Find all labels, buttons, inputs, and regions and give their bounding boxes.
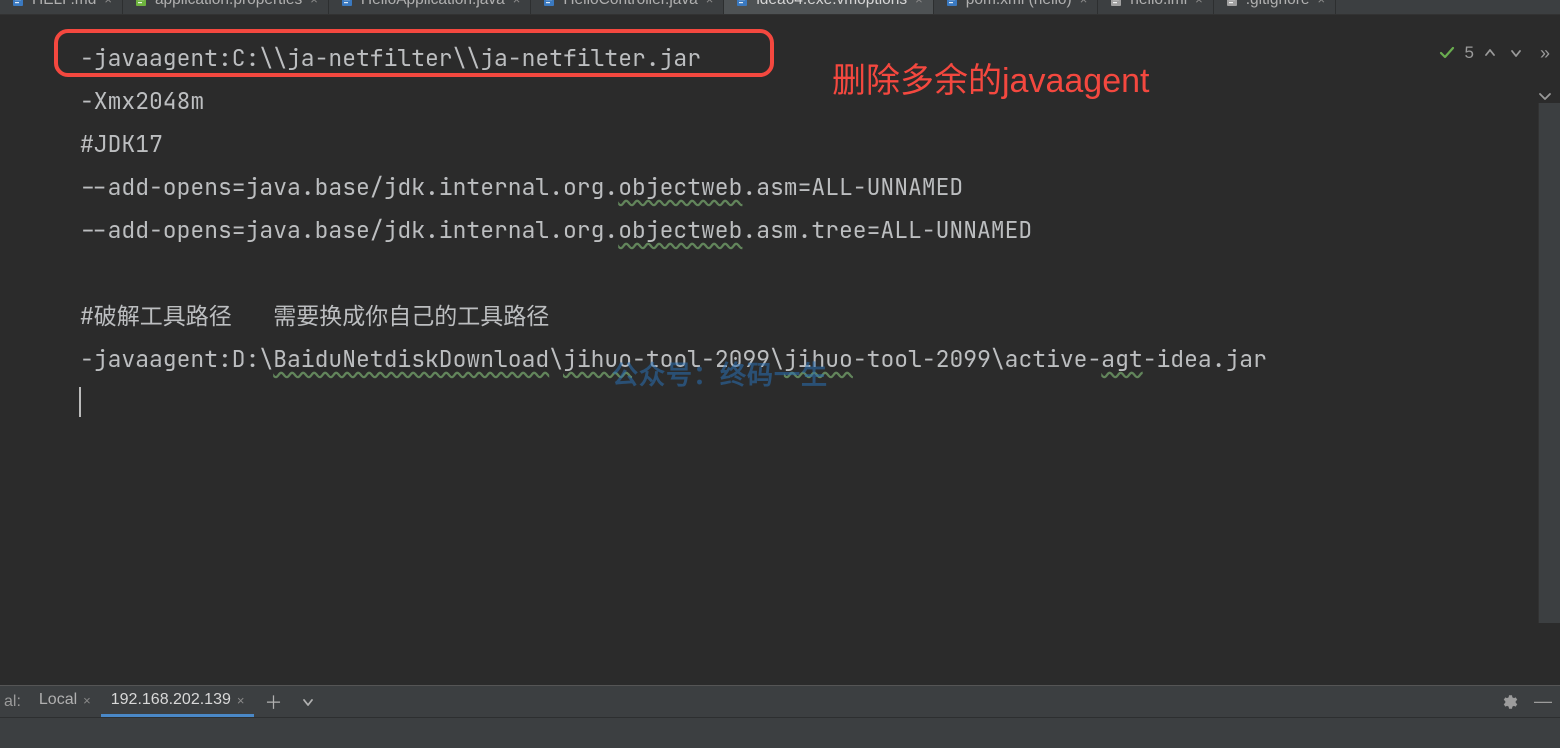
editor-line[interactable] bbox=[80, 252, 1500, 295]
editor-tab-label: idea64.exe.vmoptions bbox=[756, 0, 907, 15]
close-icon[interactable]: × bbox=[1195, 0, 1203, 15]
terminal-tab[interactable]: 192.168.202.139 × bbox=[101, 686, 255, 717]
editor-tab-label: HelloApplication.java bbox=[361, 0, 505, 15]
terminal-leading-label: al: bbox=[0, 693, 29, 711]
close-icon[interactable]: × bbox=[706, 0, 714, 15]
editor-line[interactable]: --add-opens=java.base/jdk.internal.org.o… bbox=[80, 209, 1500, 252]
ide-footer bbox=[0, 717, 1560, 748]
editor-tab[interactable]: idea64.exe.vmoptions × bbox=[724, 0, 933, 15]
editor-tab[interactable]: hello.iml × bbox=[1098, 0, 1213, 15]
editor-line[interactable]: -javaagent:C:\\ja-netfilter\\ja-netfilte… bbox=[80, 37, 1500, 80]
terminal-tab-label: 192.168.202.139 bbox=[111, 691, 231, 709]
inspection-status: 5 bbox=[1439, 43, 1526, 63]
close-icon[interactable]: × bbox=[1318, 0, 1326, 15]
editor-overflow-column: » bbox=[1532, 43, 1558, 104]
inspection-prev-icon[interactable] bbox=[1484, 47, 1500, 59]
editor-line[interactable]: --add-opens=java.base/jdk.internal.org.o… bbox=[80, 166, 1500, 209]
close-icon[interactable]: × bbox=[310, 0, 318, 15]
editor-tab-label: application.properties bbox=[155, 0, 302, 15]
editor-line[interactable] bbox=[80, 381, 1500, 424]
editor-line[interactable]: #JDK17 bbox=[80, 123, 1500, 166]
editor-area[interactable]: -javaagent:C:\\ja-netfilter\\ja-netfilte… bbox=[0, 15, 1560, 685]
close-icon[interactable]: × bbox=[237, 693, 245, 708]
terminal-dropdown-icon[interactable] bbox=[292, 696, 324, 708]
inspection-count: 5 bbox=[1465, 43, 1474, 63]
editor-line[interactable]: -Xmx2048m bbox=[80, 80, 1500, 123]
file-icon bbox=[734, 0, 750, 8]
editor-tab[interactable]: HelloController.java × bbox=[531, 0, 724, 15]
file-icon bbox=[10, 0, 26, 8]
inspection-check-icon bbox=[1439, 45, 1455, 61]
editor-tab-bar: HELP.md×application.properties×HelloAppl… bbox=[0, 0, 1560, 15]
terminal-minimize-icon[interactable]: — bbox=[1526, 691, 1560, 712]
close-icon[interactable]: × bbox=[915, 0, 923, 15]
file-icon bbox=[339, 0, 355, 8]
file-icon bbox=[1224, 0, 1240, 8]
close-icon[interactable]: × bbox=[1080, 0, 1088, 15]
editor-tab[interactable]: application.properties × bbox=[123, 0, 329, 15]
terminal-tab-bar: al: Local × 192.168.202.139 × ＋ — bbox=[0, 685, 1560, 717]
file-icon bbox=[133, 0, 149, 8]
editor-content[interactable]: -javaagent:C:\\ja-netfilter\\ja-netfilte… bbox=[80, 37, 1500, 424]
editor-tab[interactable]: HelloApplication.java × bbox=[329, 0, 531, 15]
close-icon[interactable]: × bbox=[104, 0, 112, 15]
right-tool-strip[interactable] bbox=[1538, 103, 1560, 623]
editor-line[interactable]: #破解工具路径 需要换成你自己的工具路径 bbox=[80, 295, 1500, 338]
editor-tab-label: .gitignore bbox=[1246, 0, 1310, 15]
editor-line[interactable]: -javaagent:D:\BaiduNetdiskDownload\jihuo… bbox=[80, 338, 1500, 381]
editor-tab-label: pom.xml (hello) bbox=[966, 0, 1072, 15]
inspection-next-icon[interactable] bbox=[1510, 47, 1526, 59]
reader-mode-icon[interactable] bbox=[1538, 90, 1552, 104]
editor-tab[interactable]: HELP.md × bbox=[0, 0, 123, 15]
file-icon bbox=[541, 0, 557, 8]
editor-tab[interactable]: pom.xml (hello) × bbox=[934, 0, 1099, 15]
file-icon bbox=[1108, 0, 1124, 8]
terminal-settings-icon[interactable] bbox=[1492, 693, 1526, 711]
close-icon[interactable]: × bbox=[513, 0, 521, 15]
editor-tab-label: HelloController.java bbox=[563, 0, 697, 15]
close-icon[interactable]: × bbox=[83, 693, 91, 708]
text-caret bbox=[79, 387, 81, 417]
editor-tab[interactable]: .gitignore × bbox=[1214, 0, 1336, 15]
editor-tab-label: hello.iml bbox=[1130, 0, 1187, 15]
terminal-new-tab-button[interactable]: ＋ bbox=[254, 689, 292, 715]
terminal-tab-label: Local bbox=[39, 691, 77, 709]
file-icon bbox=[944, 0, 960, 8]
editor-tab-label: HELP.md bbox=[32, 0, 96, 15]
terminal-tab[interactable]: Local × bbox=[29, 686, 101, 717]
tabs-overflow-icon[interactable]: » bbox=[1540, 43, 1550, 64]
